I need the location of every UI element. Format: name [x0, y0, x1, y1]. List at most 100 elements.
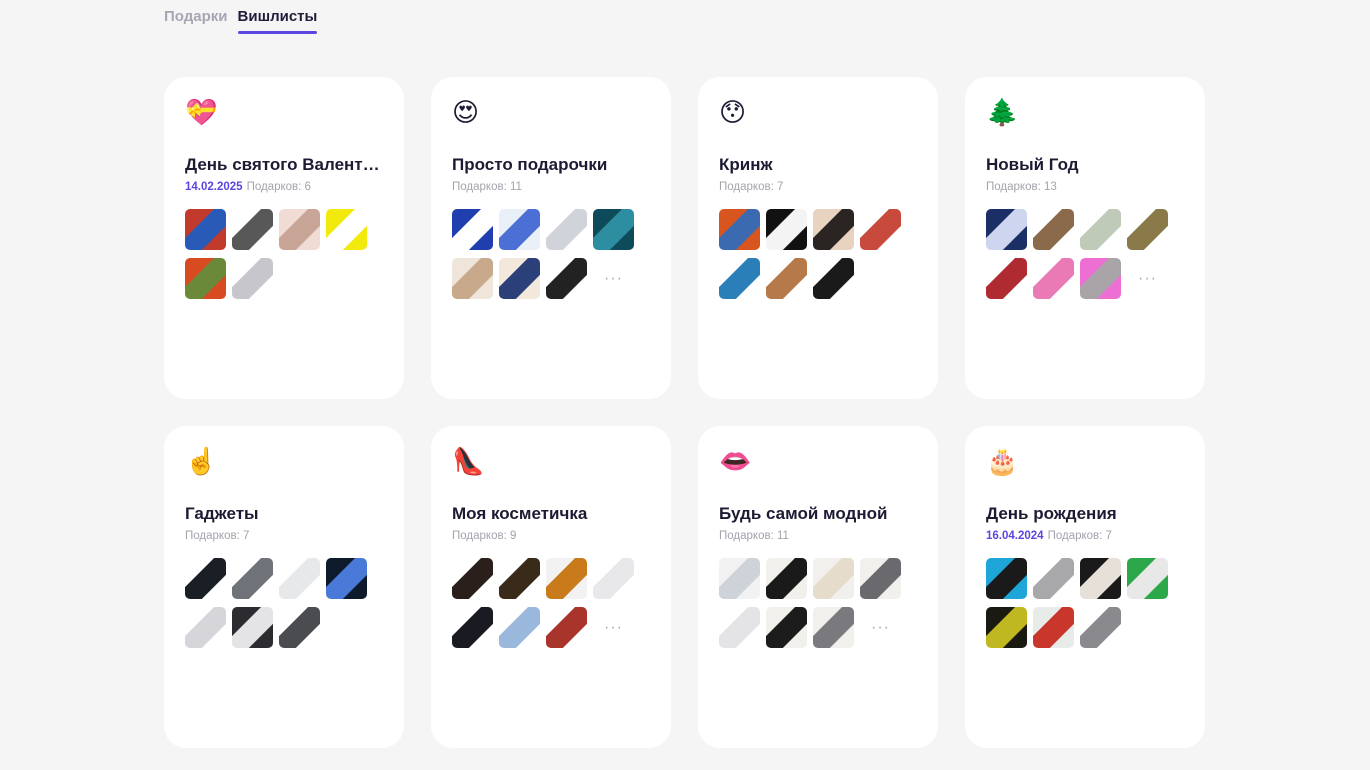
gift-count: Подарков: 13 [986, 181, 1057, 193]
wishlist-title: Гаджеты [185, 504, 259, 523]
wishlist-meta: 14.02.2025 Подарков: 6 [185, 181, 384, 197]
wishlist-card[interactable]: 😍 Просто подарочки Подарков: 11 ··· [431, 77, 671, 399]
portrait-thumb[interactable] [813, 209, 854, 250]
tab-wishlists[interactable]: Вишлисты [237, 8, 317, 34]
hair-dryer-thumb[interactable] [232, 209, 273, 250]
gift-card-thumb[interactable] [326, 209, 367, 250]
gift-count: Подарков: 9 [452, 530, 517, 542]
dark-serum-thumb[interactable] [452, 558, 493, 599]
tote-bag-thumb[interactable] [719, 258, 760, 299]
wishlist-meta: Подарков: 7 [185, 530, 384, 546]
blue-card-thumb[interactable] [452, 209, 493, 250]
teal-card-thumb[interactable] [593, 209, 634, 250]
ring-thumb[interactable] [232, 258, 273, 299]
clover-thumb[interactable] [546, 209, 587, 250]
wishlist-card[interactable]: 🌲 Новый Год Подарков: 13 ··· [965, 77, 1205, 399]
blue-book-thumb[interactable] [986, 558, 1027, 599]
wishlist-grid: 💝 День святого Валент… 14.02.2025 Подарков:… [164, 77, 1205, 748]
serum-box-thumb[interactable] [546, 607, 587, 648]
wishlist-meta: Подарков: 11 [719, 530, 918, 546]
wishlist-emoji-icon: 🎂 [986, 447, 1019, 477]
pillow-thumb[interactable] [1127, 209, 1168, 250]
amber-bottle-thumb[interactable] [546, 558, 587, 599]
gift-thumbnails [719, 209, 918, 299]
toaster-thumb[interactable] [1080, 607, 1121, 648]
puffin-thumb[interactable] [813, 258, 854, 299]
wishlist-card[interactable]: 🎂 День рождения 16.04.2024 Подарков: 7 [965, 426, 1205, 748]
gift-count: Подарков: 6 [246, 181, 311, 193]
perfume-thumb[interactable] [546, 258, 587, 299]
navy-print-thumb[interactable] [986, 209, 1027, 250]
wishlist-meta: Подарков: 9 [452, 530, 651, 546]
robot-vacuum-thumb[interactable] [185, 607, 226, 648]
toothpaste-thumb[interactable] [499, 209, 540, 250]
wishlist-card[interactable]: 👄 Будь самой модной Подарков: 11 ··· [698, 426, 938, 748]
gift-thumbnails: ··· [452, 558, 651, 648]
sneakers-thumb[interactable] [719, 607, 760, 648]
black-mini-dress-thumb[interactable] [766, 607, 807, 648]
wishlist-card[interactable]: 👠 Моя косметичка Подарков: 9 ··· [431, 426, 671, 748]
cream-outfit-thumb[interactable] [813, 558, 854, 599]
earbuds-thumb[interactable] [232, 607, 273, 648]
wishlist-emoji-icon: ☝️ [185, 447, 218, 477]
actress-poster-thumb[interactable] [1080, 558, 1121, 599]
more-gifts-button[interactable]: ··· [593, 258, 634, 299]
gift-thumbnails [185, 209, 384, 299]
wishlist-meta: 16.04.2024 Подарков: 7 [986, 530, 1185, 546]
cosmetics-set-thumb[interactable] [452, 258, 493, 299]
lamp-thumb[interactable] [326, 558, 367, 599]
wishlist-title: Новый Год [986, 155, 1079, 174]
tooth-thumb[interactable] [766, 209, 807, 250]
wishlist-emoji-icon: 👠 [452, 447, 485, 477]
scale-thumb[interactable] [279, 558, 320, 599]
phone-thumb[interactable] [279, 607, 320, 648]
tom-ford-thumb[interactable] [499, 558, 540, 599]
pink-bottle-thumb[interactable] [1033, 258, 1074, 299]
gift-thumbnails: ··· [719, 558, 918, 648]
wicker-bag-thumb[interactable] [766, 258, 807, 299]
more-gifts-button[interactable]: ··· [593, 607, 634, 648]
lipstick-thumb[interactable] [986, 258, 1027, 299]
headphones-thumb[interactable] [232, 558, 273, 599]
orange-rug-thumb[interactable] [719, 209, 760, 250]
wishlist-title: День святого Валент… [185, 155, 380, 174]
tab-gifts[interactable]: Подарки [164, 8, 228, 34]
car-model-thumb[interactable] [1033, 558, 1074, 599]
books-thumb[interactable] [185, 209, 226, 250]
wishlist-card[interactable]: 💝 День святого Валент… 14.02.2025 Подарков:… [164, 77, 404, 399]
grey-sweater-thumb[interactable] [860, 558, 901, 599]
blue-tube-thumb[interactable] [499, 607, 540, 648]
mascara-thumb[interactable] [452, 607, 493, 648]
gift-count: Подарков: 11 [452, 181, 522, 193]
gift-count: Подарков: 11 [719, 530, 789, 542]
wishlist-meta: Подарков: 13 [986, 181, 1185, 197]
jars-thumb[interactable] [1033, 209, 1074, 250]
more-gifts-button[interactable]: ··· [1127, 258, 1168, 299]
makeup-palette-thumb[interactable] [279, 209, 320, 250]
gift-count: Подарков: 7 [185, 530, 250, 542]
dark-book-thumb[interactable] [986, 607, 1027, 648]
pink-card-thumb[interactable] [1080, 258, 1121, 299]
wishlist-title: Просто подарочки [452, 155, 608, 174]
green-book-thumb[interactable] [1127, 558, 1168, 599]
grey-dress-thumb[interactable] [813, 607, 854, 648]
wishlist-emoji-icon: 😯 [719, 98, 747, 128]
wishlist-title: Кринж [719, 155, 773, 174]
gift-count: Подарков: 7 [1047, 530, 1112, 542]
bottles-thumb[interactable] [499, 258, 540, 299]
wishlist-card[interactable]: ☝️ Гаджеты Подарков: 7 [164, 426, 404, 748]
sweatshirt-thumb[interactable] [719, 558, 760, 599]
sail-thumb[interactable] [860, 209, 901, 250]
black-dress-thumb[interactable] [766, 558, 807, 599]
wishlist-emoji-icon: 👄 [719, 447, 752, 477]
power-bank-thumb[interactable] [185, 558, 226, 599]
monopoly-thumb[interactable] [1033, 607, 1074, 648]
white-tube-thumb[interactable] [593, 558, 634, 599]
more-gifts-button[interactable]: ··· [860, 607, 901, 648]
wishlist-emoji-icon: 🌲 [986, 98, 1019, 128]
gift-count: Подарков: 7 [719, 181, 784, 193]
wishlist-date: 16.04.2024 [986, 530, 1044, 542]
flowers-thumb[interactable] [185, 258, 226, 299]
wishlist-card[interactable]: 😯 Кринж Подарков: 7 [698, 77, 938, 399]
pitcher-thumb[interactable] [1080, 209, 1121, 250]
